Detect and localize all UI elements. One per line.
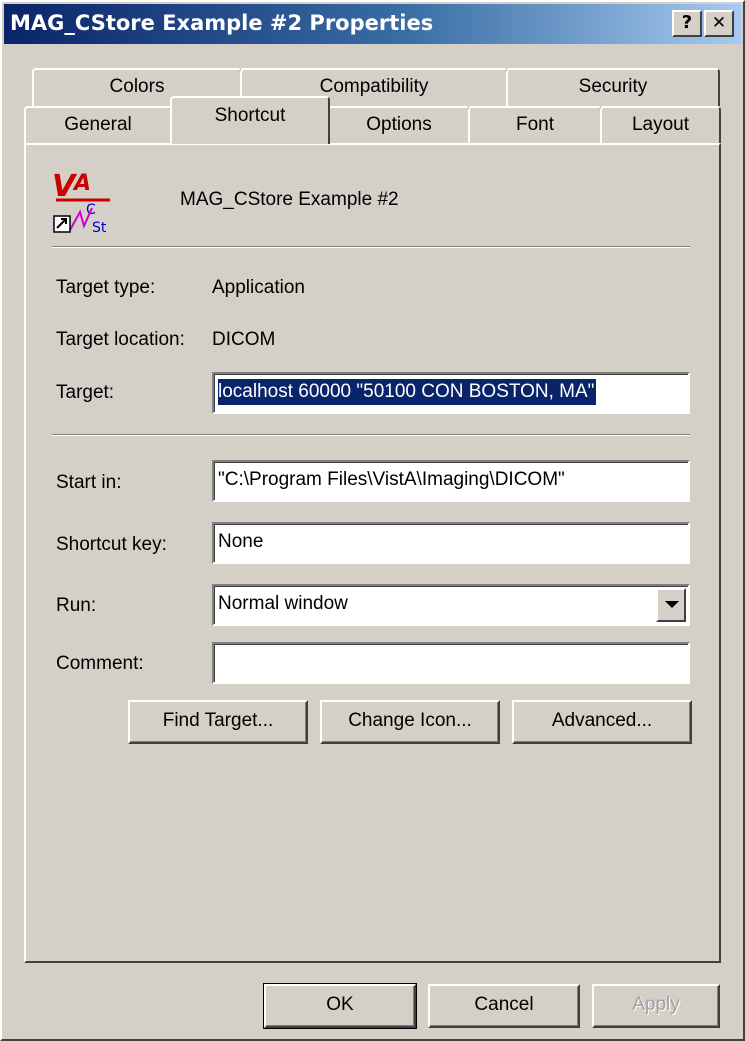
title-bar[interactable]: MAG_CStore Example #2 Properties ? ✕ — [4, 4, 741, 44]
tab-general[interactable]: General — [24, 106, 172, 144]
target-type-value: Application — [212, 277, 305, 298]
tab-layout[interactable]: Layout — [600, 106, 721, 144]
start-in-field[interactable]: "C:\Program Files\VistA\Imaging\DICOM" — [212, 460, 690, 502]
change-icon-button[interactable]: Change Icon... — [320, 700, 500, 744]
target-type-label: Target type: — [56, 277, 156, 298]
target-field[interactable]: localhost 60000 "50100 CON BOSTON, MA" — [212, 372, 690, 414]
tab-shortcut[interactable]: Shortcut — [170, 96, 330, 144]
run-dropdown-button[interactable] — [656, 588, 686, 622]
separator-middle — [52, 434, 690, 436]
chevron-down-icon — [665, 601, 679, 608]
comment-label: Comment: — [56, 653, 144, 674]
separator-top — [52, 246, 690, 248]
window-title: MAG_CStore Example #2 Properties — [10, 11, 434, 35]
target-location-value: DICOM — [212, 329, 276, 350]
apply-button[interactable]: Apply — [592, 984, 720, 1028]
start-in-label: Start in: — [56, 472, 122, 493]
comment-field[interactable] — [212, 642, 690, 684]
close-button[interactable]: ✕ — [704, 10, 734, 37]
target-location-label: Target location: — [56, 329, 185, 350]
tab-font[interactable]: Font — [468, 106, 602, 144]
vista-cstore-shortcut-icon: V A C St — [52, 169, 110, 234]
shortcut-key-field[interactable]: None — [212, 522, 690, 564]
shortcut-key-label: Shortcut key: — [56, 534, 167, 555]
run-select[interactable]: Normal window — [212, 584, 690, 626]
find-target-button[interactable]: Find Target... — [128, 700, 308, 744]
run-label: Run: — [56, 595, 97, 616]
svg-text:A: A — [72, 171, 91, 196]
cancel-button[interactable]: Cancel — [428, 984, 580, 1028]
advanced-button[interactable]: Advanced... — [512, 700, 692, 744]
target-label: Target: — [56, 382, 115, 403]
ok-button[interactable]: OK — [263, 983, 417, 1029]
tab-options[interactable]: Options — [328, 106, 470, 144]
help-button[interactable]: ? — [672, 10, 702, 37]
tab-security[interactable]: Security — [506, 68, 720, 106]
target-field-value: localhost 60000 "50100 CON BOSTON, MA" — [218, 379, 597, 405]
run-select-value: Normal window — [218, 593, 348, 614]
svg-text:St: St — [92, 220, 107, 234]
shortcut-name: MAG_CStore Example #2 — [180, 189, 399, 210]
properties-dialog: MAG_CStore Example #2 Properties ? ✕ Col… — [0, 0, 745, 1041]
